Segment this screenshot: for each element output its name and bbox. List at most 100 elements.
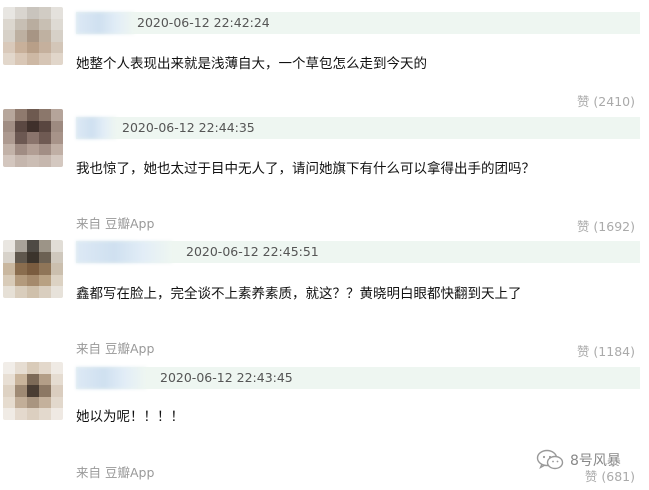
avatar-mosaic-tile bbox=[39, 109, 51, 121]
comment-timestamp: 2020-06-12 22:45:51 bbox=[186, 244, 319, 259]
avatar-mosaic-tile bbox=[15, 30, 27, 42]
avatar-mosaic-tile bbox=[27, 274, 39, 287]
avatar-mosaic-tile bbox=[3, 373, 15, 386]
avatar-mosaic-tile bbox=[15, 132, 27, 144]
avatar[interactable] bbox=[3, 240, 63, 298]
avatar-mosaic-tile bbox=[27, 7, 39, 19]
avatar-mosaic-tile bbox=[15, 263, 27, 275]
username-blurred[interactable] bbox=[76, 12, 134, 34]
avatar-mosaic-tile bbox=[15, 109, 27, 121]
avatar-mosaic-tile bbox=[27, 408, 39, 420]
avatar-mosaic-tile bbox=[27, 18, 39, 31]
avatar-mosaic-tile bbox=[39, 18, 51, 31]
avatar[interactable] bbox=[3, 109, 63, 167]
avatar-mosaic-tile bbox=[3, 41, 15, 54]
avatar-mosaic-tile bbox=[3, 263, 15, 275]
avatar-mosaic-tile bbox=[39, 274, 51, 287]
avatar-mosaic-tile bbox=[39, 240, 51, 252]
avatar-mosaic-tile bbox=[15, 18, 27, 31]
avatar-mosaic-tile bbox=[51, 143, 63, 156]
wechat-icon bbox=[536, 449, 564, 470]
avatar-mosaic-tile bbox=[15, 120, 27, 133]
avatar-mosaic-tile bbox=[51, 274, 63, 287]
avatar-mosaic-tile bbox=[27, 30, 39, 42]
avatar-mosaic-tile bbox=[39, 120, 51, 133]
avatar-mosaic-tile bbox=[15, 373, 27, 386]
avatar-mosaic-tile bbox=[15, 41, 27, 54]
comment-timestamp: 2020-06-12 22:44:35 bbox=[122, 120, 255, 135]
comment-text: 鑫都写在脸上，完全谈不上素养素质，就这？？黄晓明白眼都快翻到天上了 bbox=[76, 286, 522, 302]
avatar-mosaic-tile bbox=[3, 132, 15, 144]
avatar-mosaic-tile bbox=[27, 109, 39, 121]
like-count[interactable]: 赞 (1692) bbox=[577, 216, 635, 235]
watermark: 8号风暴 bbox=[536, 449, 621, 471]
avatar-mosaic-tile bbox=[3, 385, 15, 397]
avatar-mosaic-tile bbox=[51, 18, 63, 31]
avatar-mosaic-tile bbox=[51, 132, 63, 144]
avatar-mosaic-tile bbox=[51, 396, 63, 409]
avatar-mosaic-tile bbox=[15, 274, 27, 287]
avatar-mosaic-tile bbox=[27, 263, 39, 275]
avatar-mosaic-tile bbox=[15, 7, 27, 19]
avatar-mosaic-tile bbox=[39, 132, 51, 144]
avatar-mosaic-tile bbox=[3, 7, 15, 19]
avatar-mosaic-tile bbox=[51, 263, 63, 275]
avatar-mosaic-tile bbox=[51, 41, 63, 54]
avatar-mosaic-tile bbox=[39, 143, 51, 156]
avatar-mosaic-tile bbox=[39, 385, 51, 397]
avatar-mosaic-tile bbox=[39, 263, 51, 275]
avatar-mosaic-tile bbox=[51, 286, 63, 298]
comment-text: 我也惊了，她也太过于目中无人了，请问她旗下有什么可以拿得出手的团吗？ bbox=[76, 161, 535, 177]
avatar-mosaic-tile bbox=[15, 286, 27, 298]
avatar-mosaic-tile bbox=[51, 53, 63, 65]
comment-source: 来自 豆瓣App bbox=[76, 341, 155, 356]
avatar-mosaic-tile bbox=[27, 53, 39, 65]
avatar[interactable] bbox=[3, 7, 63, 65]
username-blurred[interactable] bbox=[76, 241, 172, 263]
avatar-mosaic-tile bbox=[3, 408, 15, 420]
avatar-mosaic-tile bbox=[39, 155, 51, 167]
comment-timestamp: 2020-06-12 22:43:45 bbox=[160, 370, 293, 385]
username-blurred[interactable] bbox=[76, 367, 146, 389]
avatar-mosaic-tile bbox=[51, 120, 63, 133]
avatar-mosaic-tile bbox=[27, 385, 39, 397]
avatar-mosaic-tile bbox=[3, 240, 15, 252]
like-count[interactable]: 赞 (2410) bbox=[577, 91, 635, 110]
comment-timestamp: 2020-06-12 22:42:24 bbox=[137, 15, 270, 30]
avatar-mosaic-tile bbox=[27, 373, 39, 386]
avatar-mosaic-tile bbox=[15, 53, 27, 65]
like-count[interactable]: 赞 (1184) bbox=[577, 341, 635, 360]
avatar-mosaic-tile bbox=[15, 143, 27, 156]
comment-source: 来自 豆瓣App bbox=[76, 216, 155, 231]
avatar-mosaic-tile bbox=[3, 396, 15, 409]
avatar-mosaic-tile bbox=[27, 41, 39, 54]
avatar-mosaic-tile bbox=[3, 251, 15, 264]
avatar-mosaic-tile bbox=[39, 373, 51, 386]
avatar-mosaic-tile bbox=[51, 30, 63, 42]
avatar-mosaic-tile bbox=[51, 385, 63, 397]
avatar-mosaic-tile bbox=[3, 286, 15, 298]
avatar[interactable] bbox=[3, 362, 63, 420]
avatar-mosaic-tile bbox=[3, 155, 15, 167]
comment-meta-bar: 2020-06-12 22:45:51 bbox=[76, 241, 640, 263]
avatar-mosaic-tile bbox=[3, 53, 15, 65]
avatar-mosaic-tile bbox=[15, 251, 27, 264]
avatar-mosaic-tile bbox=[39, 53, 51, 65]
avatar-mosaic-tile bbox=[27, 120, 39, 133]
avatar-mosaic-tile bbox=[3, 30, 15, 42]
avatar-mosaic-tile bbox=[3, 109, 15, 121]
avatar-mosaic-tile bbox=[27, 362, 39, 374]
avatar-mosaic-tile bbox=[3, 120, 15, 133]
username-blurred[interactable] bbox=[76, 117, 116, 139]
avatar-mosaic-tile bbox=[27, 155, 39, 167]
avatar-mosaic-tile bbox=[27, 132, 39, 144]
comment-text: 她整个人表现出来就是浅薄自大，一个草包怎么走到今天的 bbox=[76, 56, 427, 72]
avatar-mosaic-tile bbox=[15, 240, 27, 252]
avatar-mosaic-tile bbox=[39, 362, 51, 374]
avatar-mosaic-tile bbox=[51, 408, 63, 420]
avatar-mosaic-tile bbox=[39, 30, 51, 42]
avatar-mosaic-tile bbox=[51, 109, 63, 121]
avatar-mosaic-tile bbox=[15, 155, 27, 167]
avatar-mosaic-tile bbox=[51, 251, 63, 264]
avatar-mosaic-tile bbox=[27, 286, 39, 298]
